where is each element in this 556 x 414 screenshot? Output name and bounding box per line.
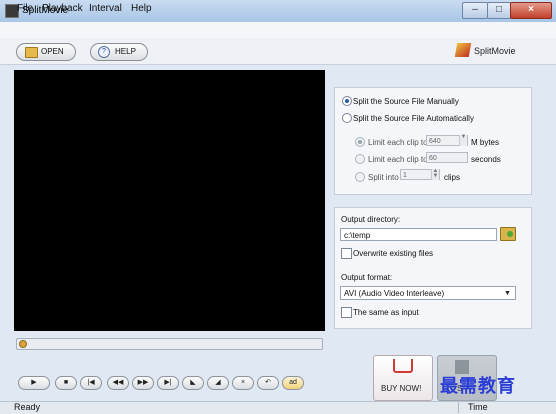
brand-name: SplitMovie (474, 46, 516, 56)
split-into-value: 1 (403, 172, 407, 179)
limit-size-label: Limit each clip to (368, 138, 428, 147)
radio-limit-time[interactable] (355, 154, 365, 164)
undo-button[interactable]: ↶ (257, 376, 279, 390)
split-into-unit: clips (444, 173, 461, 182)
limit-size-value: 640 (429, 138, 441, 145)
status-divider (458, 402, 459, 413)
toolbar (0, 38, 556, 65)
time-label: Time (468, 402, 488, 412)
radio-split-into[interactable] (355, 172, 365, 182)
dropdown-arrow-icon[interactable]: ▼ (459, 134, 467, 146)
output-format-label: Output format: (341, 273, 393, 282)
buy-now-label: BUY NOW! (381, 384, 422, 393)
limit-size-unit: M bytes (471, 138, 500, 147)
seek-bar[interactable] (16, 338, 323, 350)
browse-folder-icon[interactable] (500, 227, 516, 241)
overwrite-label: Overwrite existing files (353, 249, 434, 258)
same-as-input-label: The same as input (353, 308, 419, 317)
menu-help[interactable]: Help (131, 3, 152, 14)
brand-logo-icon (454, 43, 472, 57)
radio-limit-size[interactable] (355, 137, 365, 147)
radio-split-automatically[interactable] (342, 113, 352, 123)
split-into-spinner[interactable]: ▲ ▼ (431, 168, 439, 180)
split-into-label: Split into (368, 173, 399, 182)
output-format-select[interactable]: AVI (Audio Video Interleave) (340, 286, 516, 300)
split-manually-label: Split the Source File Manually (353, 97, 459, 106)
radio-split-manually[interactable] (342, 96, 352, 106)
play-button[interactable]: ▶ (18, 376, 50, 390)
output-dir-label: Output directory: (341, 215, 401, 224)
menu-interval[interactable]: Interval (89, 3, 122, 14)
cancel-mark-button[interactable]: × (232, 376, 254, 390)
minimize-button[interactable]: – (462, 2, 488, 19)
add-clip-button[interactable]: ad (282, 376, 304, 390)
open-folder-icon (25, 47, 38, 58)
next-button[interactable]: ▶| (157, 376, 179, 390)
limit-time-label: Limit each clip to (368, 155, 428, 164)
menu-bar (0, 22, 556, 38)
help-icon: ? (98, 46, 110, 58)
overwrite-checkbox[interactable] (341, 248, 352, 259)
mark-in-button[interactable]: ◣ (182, 376, 204, 390)
video-preview[interactable] (14, 70, 325, 331)
seek-thumb[interactable] (19, 340, 27, 348)
rewind-button[interactable]: ◀◀ (107, 376, 129, 390)
menu-playback[interactable]: Playback (42, 3, 83, 14)
same-as-input-checkbox[interactable] (341, 307, 352, 318)
menu-file[interactable]: File (17, 3, 33, 14)
previous-button[interactable]: |◀ (80, 376, 102, 390)
chevron-down-icon[interactable]: ▼ (504, 290, 511, 297)
stop-button[interactable]: ■ (55, 376, 77, 390)
open-button[interactable]: OPEN (16, 43, 76, 61)
close-button[interactable]: × (510, 2, 552, 19)
help-button[interactable]: ? HELP (90, 43, 148, 61)
forward-button[interactable]: ▶▶ (132, 376, 154, 390)
output-dir-input[interactable]: c:\temp (340, 228, 497, 241)
limit-time-value: 60 (429, 155, 437, 162)
cart-icon (393, 359, 413, 373)
limit-time-field[interactable]: 60 (426, 152, 468, 163)
limit-time-unit: seconds (471, 155, 501, 164)
split-automatically-label: Split the Source File Automatically (353, 114, 474, 123)
watermark-text: 最需教育 (440, 376, 516, 397)
mark-out-button[interactable]: ◢ (207, 376, 229, 390)
status-text: Ready (14, 402, 41, 412)
help-button-label: HELP (115, 47, 136, 56)
open-button-label: OPEN (41, 47, 64, 56)
maximize-button[interactable]: □ (487, 2, 511, 19)
